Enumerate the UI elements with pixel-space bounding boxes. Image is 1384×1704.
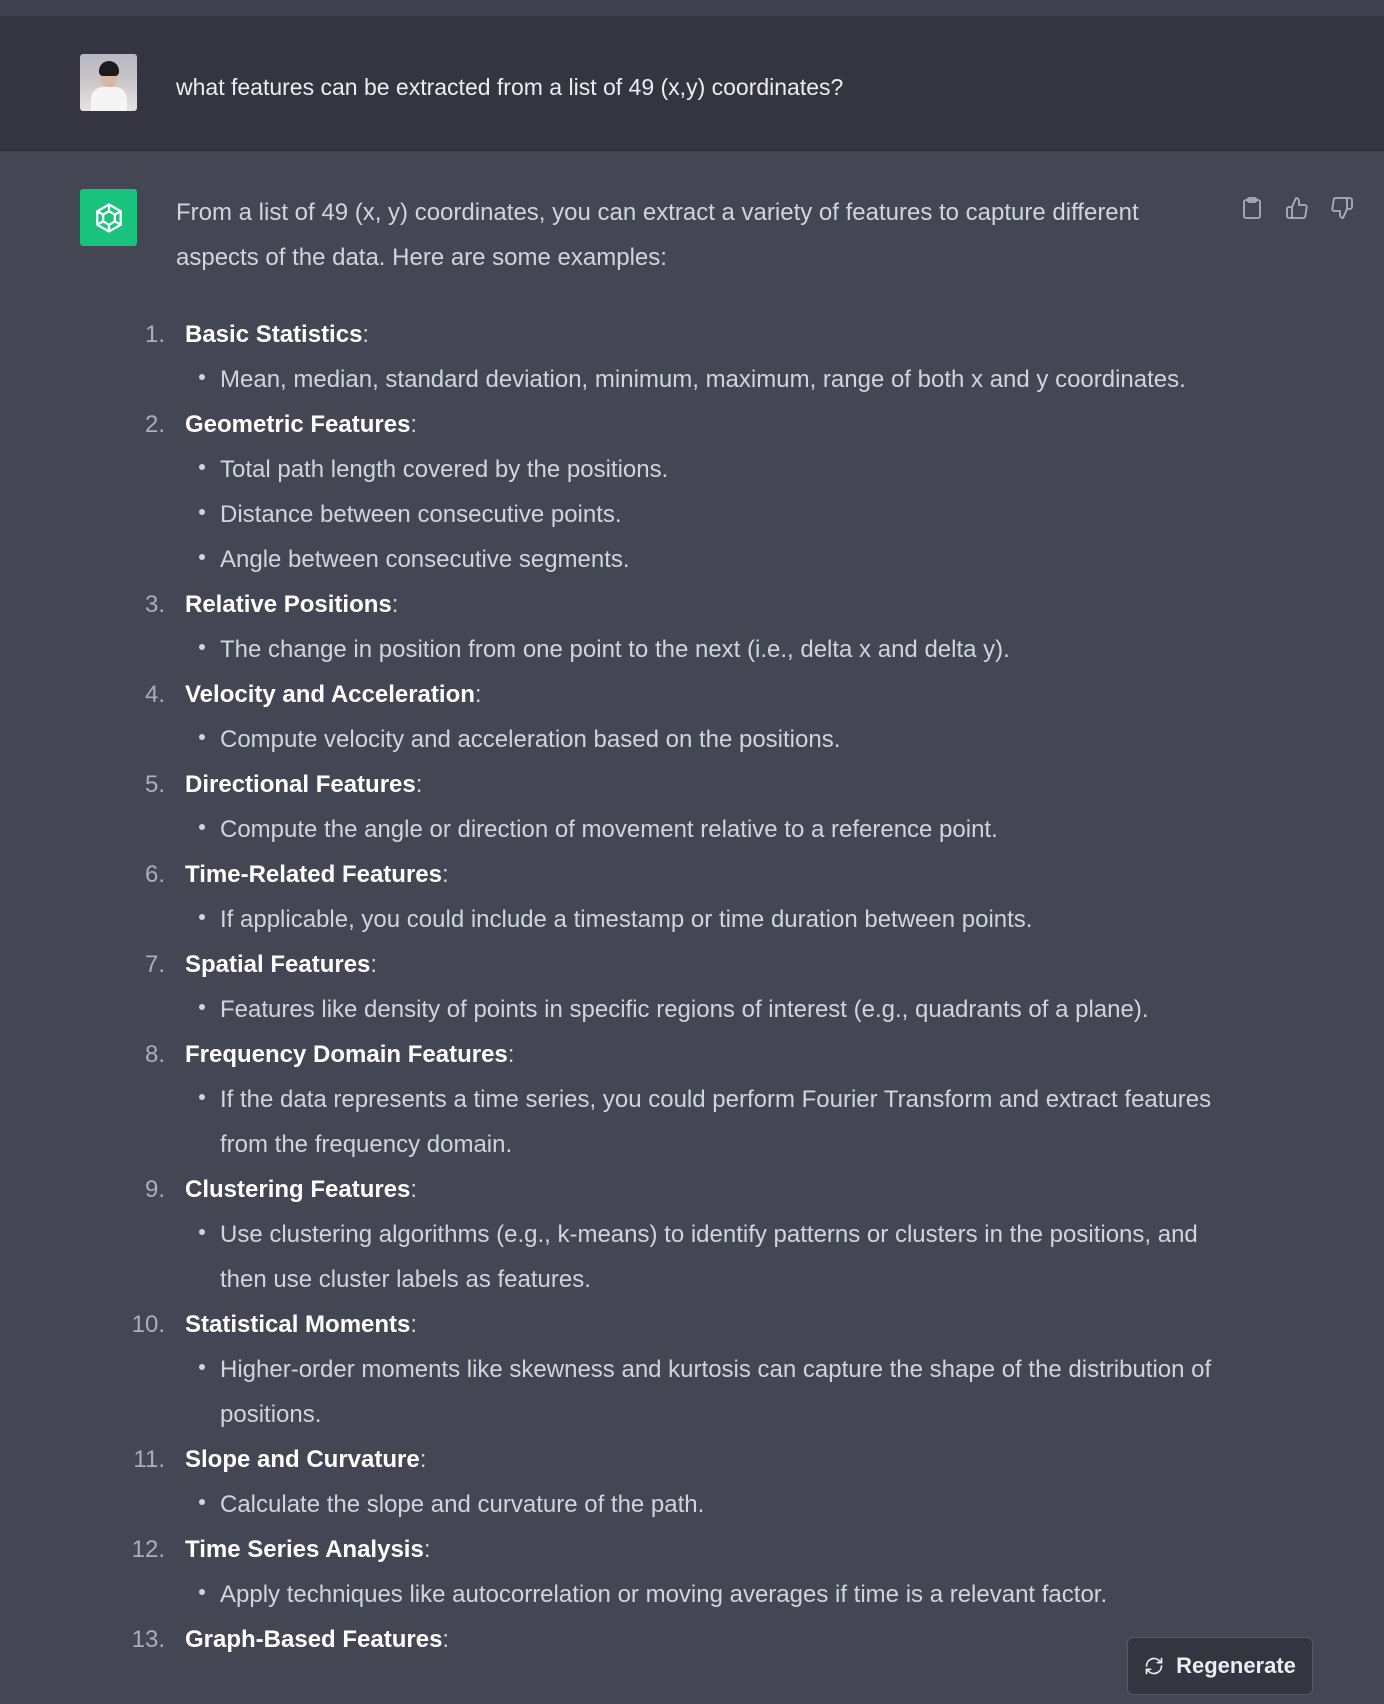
list-item-number: 10.: [131, 1311, 165, 1338]
list-item-number: 1.: [144, 321, 165, 348]
bullet-item: If applicable, you could include a times…: [185, 897, 1226, 942]
openai-logo-icon: [95, 202, 122, 233]
message-actions: [1238, 194, 1356, 222]
assistant-intro: From a list of 49 (x, y) coordinates, yo…: [176, 199, 1139, 271]
list-item-number: 3.: [144, 591, 165, 618]
bullet-list: Compute velocity and acceleration based …: [185, 717, 1226, 762]
bullet-item: Total path length covered by the positio…: [185, 447, 1226, 492]
list-item-title: Directional Features: [185, 771, 416, 798]
list-item-title: Slope and Curvature: [185, 1446, 420, 1473]
list-item-number: 11.: [133, 1446, 165, 1473]
list-item: 8. Frequency Domain Features: If the data …: [145, 1032, 1226, 1167]
list-item-title: Clustering Features: [185, 1176, 411, 1203]
list-item-title: Frequency Domain Features: [185, 1041, 508, 1068]
bullet-item: If the data represents a time series, yo…: [185, 1077, 1226, 1167]
list-item-number: 4.: [144, 681, 165, 708]
bullet-item: Features like density of points in speci…: [185, 987, 1226, 1032]
assistant-avatar: [80, 189, 137, 246]
list-item-title: Time-Related Features: [185, 861, 442, 888]
list-item-title: Basic Statistics: [185, 321, 363, 348]
list-item-title: Time Series Analysis: [185, 1536, 424, 1563]
bullet-item: The change in position from one point to…: [185, 627, 1226, 672]
bullet-item: Use clustering algorithms (e.g., k-means…: [185, 1212, 1226, 1302]
bullet-item: Compute velocity and acceleration based …: [185, 717, 1226, 762]
list-item-title: Geometric Features: [185, 411, 411, 438]
list-item: 3. Relative Positions: The change in posit…: [145, 582, 1226, 672]
bullet-list: If the data represents a time series, yo…: [185, 1077, 1226, 1167]
list-item-number: 5.: [144, 771, 165, 798]
list-item: 9. Clustering Features: Use clustering alg…: [145, 1167, 1226, 1302]
bullet-item: Higher-order moments like skewness and k…: [185, 1347, 1226, 1437]
list-item: 6. Time-Related Features: If applicable, y…: [145, 852, 1226, 942]
list-item-title: Statistical Moments: [185, 1311, 411, 1338]
bullet-list: Apply techniques like autocorrelation or…: [185, 1572, 1226, 1617]
list-item-title: Graph-Based Features: [185, 1626, 443, 1653]
list-item: 7. Spatial Features: Features like density…: [145, 942, 1226, 1032]
bullet-list: If applicable, you could include a times…: [185, 897, 1226, 942]
thumbs-down-button[interactable]: [1328, 194, 1356, 222]
regenerate-button[interactable]: Regenerate: [1127, 1637, 1313, 1695]
bullet-list: Higher-order moments like skewness and k…: [185, 1347, 1226, 1437]
bullet-list: The change in position from one point to…: [185, 627, 1226, 672]
bullet-list: Mean, median, standard deviation, minimu…: [185, 357, 1226, 402]
user-message-text: what features can be extracted from a li…: [176, 74, 844, 100]
user-avatar: [80, 54, 137, 111]
bullet-list: Calculate the slope and curvature of the…: [185, 1482, 1226, 1527]
list-item-number: 8.: [144, 1041, 165, 1068]
assistant-message: From a list of 49 (x, y) coordinates, yo…: [132, 190, 1226, 1662]
list-item-number: 2.: [144, 411, 165, 438]
bullet-item: Apply techniques like autocorrelation or…: [185, 1572, 1226, 1617]
list-item: 2. Geometric Features: Total path length c…: [145, 402, 1226, 582]
list-item-title: Relative Positions: [185, 591, 392, 618]
refresh-icon: [1145, 1657, 1163, 1675]
thumbs-down-icon: [1331, 197, 1353, 219]
list-item: 10. Statistical Moments: Higher-order mome…: [132, 1302, 1226, 1437]
list-item: 11. Slope and Curvature: Calculate the slo…: [133, 1437, 1226, 1527]
list-item-number: 6.: [144, 861, 165, 888]
list-item: 4. Velocity and Acceleration: Compute velo…: [145, 672, 1226, 762]
bullet-list: Use clustering algorithms (e.g., k-means…: [185, 1212, 1226, 1302]
user-message: what features can be extracted from a li…: [0, 16, 1384, 151]
list-item: 13. Graph-Based Features:: [132, 1617, 1226, 1662]
bullet-list: Features like density of points in speci…: [185, 987, 1226, 1032]
bullet-list: Compute the angle or direction of moveme…: [185, 807, 1226, 852]
feature-list: 1. Basic Statistics: Mean, median, standar…: [132, 312, 1226, 1662]
list-item-number: 9.: [144, 1176, 165, 1203]
copy-button[interactable]: [1238, 194, 1266, 222]
list-item: 1. Basic Statistics: Mean, median, standar…: [145, 312, 1226, 402]
list-item: 5. Directional Features: Compute the angle…: [145, 762, 1226, 852]
list-item-title: Velocity and Acceleration: [185, 681, 475, 708]
thumbs-up-button[interactable]: [1283, 194, 1311, 222]
list-item-number: 13.: [131, 1626, 165, 1653]
regenerate-label: Regenerate: [1176, 1653, 1296, 1678]
list-item: 12. Time Series Analysis: Apply techniques…: [132, 1527, 1226, 1617]
top-strip: [0, 0, 1384, 16]
bullet-item: Calculate the slope and curvature of the…: [185, 1482, 1226, 1527]
bullet-item: Angle between consecutive segments.: [185, 537, 1226, 582]
list-item-number: 12.: [131, 1536, 165, 1563]
list-item-title: Spatial Features: [185, 951, 371, 978]
bullet-list: Total path length covered by the positio…: [185, 447, 1226, 582]
thumbs-up-icon: [1286, 197, 1308, 219]
bullet-item: Distance between consecutive points.: [185, 492, 1226, 537]
list-item-number: 7.: [144, 951, 165, 978]
clipboard-icon: [1243, 197, 1261, 219]
bullet-item: Mean, median, standard deviation, minimu…: [185, 357, 1226, 402]
bullet-item: Compute the angle or direction of moveme…: [185, 807, 1226, 852]
